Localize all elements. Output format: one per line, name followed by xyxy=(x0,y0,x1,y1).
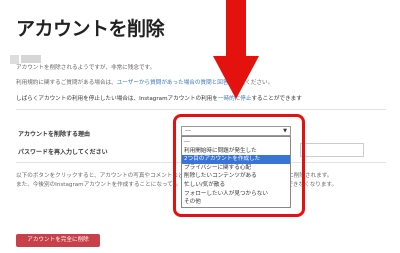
password-input[interactable] xyxy=(300,143,364,157)
intro-line-3-prefix: しばらくアカウントの利用を停止したい場合は、Instagramアカウントの利用を xyxy=(16,96,218,102)
divider xyxy=(16,109,386,110)
password-label: パスワードを再入力してください xyxy=(18,149,108,156)
intro-line-1: アカウントを削除されるようですが、非常に残念です。 xyxy=(16,65,156,71)
page-title: アカウントを削除 xyxy=(16,18,165,40)
annotation-arrow-icon xyxy=(213,0,259,99)
intro-line-2-prefix: 利用規約に関するご質問がある場合は、 xyxy=(16,80,117,86)
warning-line-2-prefix: また、今後別のInstagramアカウントを作成することになっても xyxy=(16,182,179,188)
intro-line-3-suffix: することができます xyxy=(251,96,302,102)
username-redacted xyxy=(21,55,41,63)
delete-account-button[interactable]: アカウントを完全に削除 xyxy=(16,234,100,247)
annotation-highlight-box xyxy=(173,114,305,217)
reason-label: アカウントを削除する理由 xyxy=(18,131,91,138)
faq-link[interactable]: ユーザーから質問があった場合の質問と回答 xyxy=(117,80,229,86)
